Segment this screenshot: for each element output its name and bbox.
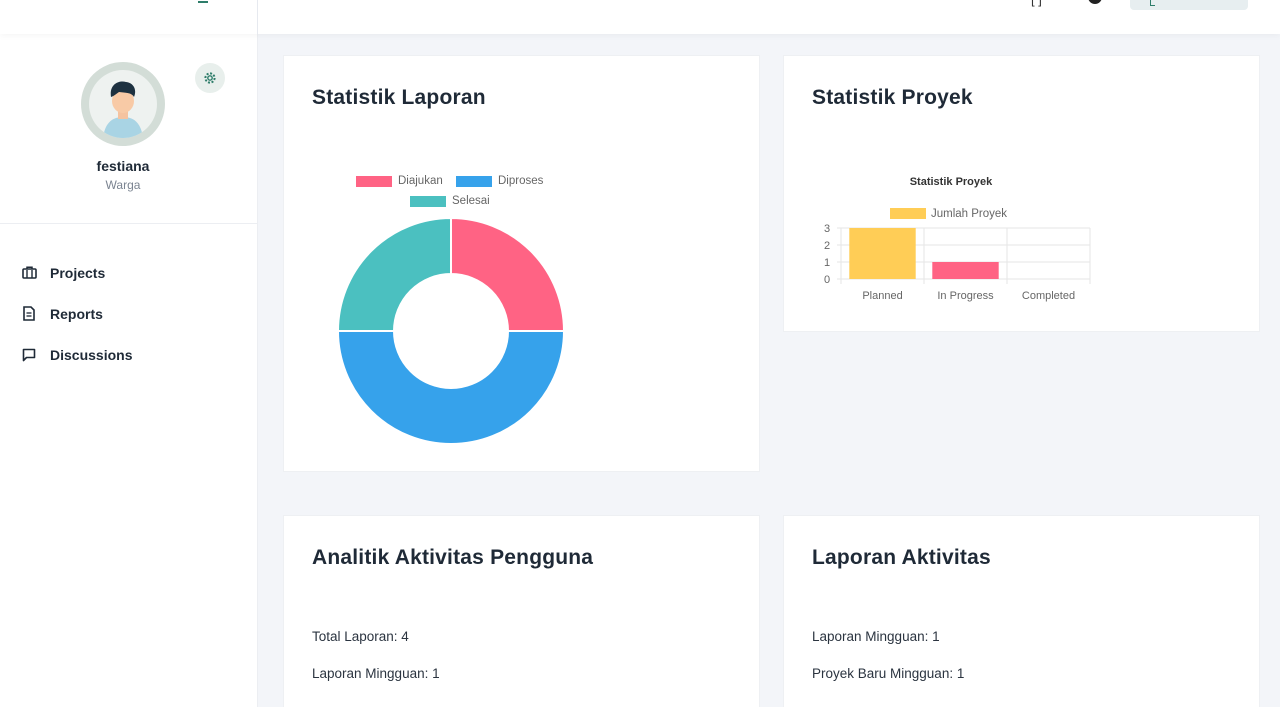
divider [257, 0, 258, 34]
legend-item[interactable]: Diproses [456, 175, 543, 187]
proyek-baru-text: Proyek Baru Mingguan: 1 [812, 666, 965, 681]
chat-icon [21, 347, 37, 363]
person-illustration-icon [103, 81, 143, 138]
card-title: Laporan Aktivitas [812, 546, 991, 569]
x-tick-label: In Progress [937, 290, 994, 302]
gear-icon [204, 72, 216, 84]
y-tick-label: 2 [824, 240, 830, 252]
y-tick-label: 3 [824, 223, 830, 235]
legend-label: Selesai [452, 195, 490, 207]
x-tick-label: Completed [1022, 290, 1075, 302]
sidebar-item-projects[interactable]: Projects [0, 252, 257, 293]
doughnut-chart [336, 216, 566, 445]
doughnut-slice-diproses[interactable] [336, 330, 566, 445]
legend-swatch [356, 175, 392, 187]
laporan-mingguan-text: Laporan Mingguan: 1 [312, 666, 440, 681]
y-tick-label: 0 [824, 274, 830, 286]
bar-chart: Statistik Proyek Jumlah Proyek 3 2 1 0 Planned… [824, 176, 1091, 302]
sidebar: festiana Warga Projects Reports Discussi… [0, 34, 258, 707]
legend-label: Diajukan [398, 175, 443, 187]
legend-swatch [410, 195, 446, 207]
briefcase-icon [21, 265, 37, 281]
sidebar-item-label: Projects [50, 264, 106, 281]
user-role: Warga [105, 178, 141, 192]
sidebar-item-label: Discussions [50, 346, 133, 363]
card-title: Statistik Laporan [312, 86, 486, 109]
card-title: Analitik Aktivitas Pengguna [312, 546, 594, 569]
legend-swatch [890, 208, 926, 219]
legend-item[interactable]: Selesai [410, 195, 490, 207]
top-action-button[interactable] [1130, 0, 1248, 10]
sidebar-item-reports[interactable]: Reports [0, 293, 257, 334]
analitik-card: Analitik Aktivitas Pengguna Total Lapora… [283, 515, 760, 707]
legend-label: Diproses [498, 175, 544, 187]
legend-label[interactable]: Jumlah Proyek [931, 208, 1007, 220]
avatar [81, 62, 165, 146]
legend-item[interactable]: Diajukan [356, 175, 443, 187]
bar-in-progress[interactable] [932, 262, 999, 279]
menu-toggle-icon[interactable] [198, 0, 208, 3]
proyek-chart-card: Statistik Proyek Statistik Proyek Jumlah … [783, 55, 1260, 332]
chart-title: Statistik Proyek [910, 176, 993, 188]
settings-button[interactable] [195, 63, 225, 93]
user-avatar-icon[interactable] [1088, 0, 1102, 4]
profile-panel: festiana Warga [0, 34, 257, 224]
top-bar: [ ] [0, 0, 1280, 34]
total-laporan-text: Total Laporan: 4 [312, 629, 409, 644]
card-title: Statistik Proyek [812, 86, 973, 109]
x-tick-label: Planned [862, 290, 902, 302]
doughnut-slice-diajukan[interactable] [450, 216, 566, 332]
user-name: festiana [96, 158, 150, 174]
document-icon [21, 306, 37, 322]
doughnut-slice-selesai[interactable] [336, 216, 452, 332]
laporan-mingguan-text: Laporan Mingguan: 1 [812, 629, 940, 644]
bar-planned[interactable] [849, 228, 916, 279]
laporan-chart-card: Statistik Laporan Diajukan Diproses Sele… [283, 55, 760, 472]
fullscreen-icon[interactable]: [ ] [1031, 0, 1042, 7]
legend-swatch [456, 175, 492, 187]
aktivitas-card: Laporan Aktivitas Laporan Mingguan: 1 Pr… [783, 515, 1260, 707]
y-tick-label: 1 [824, 257, 830, 269]
sidebar-item-label: Reports [50, 305, 103, 322]
sidebar-nav: Projects Reports Discussions [0, 224, 257, 375]
sidebar-item-discussions[interactable]: Discussions [0, 334, 257, 375]
